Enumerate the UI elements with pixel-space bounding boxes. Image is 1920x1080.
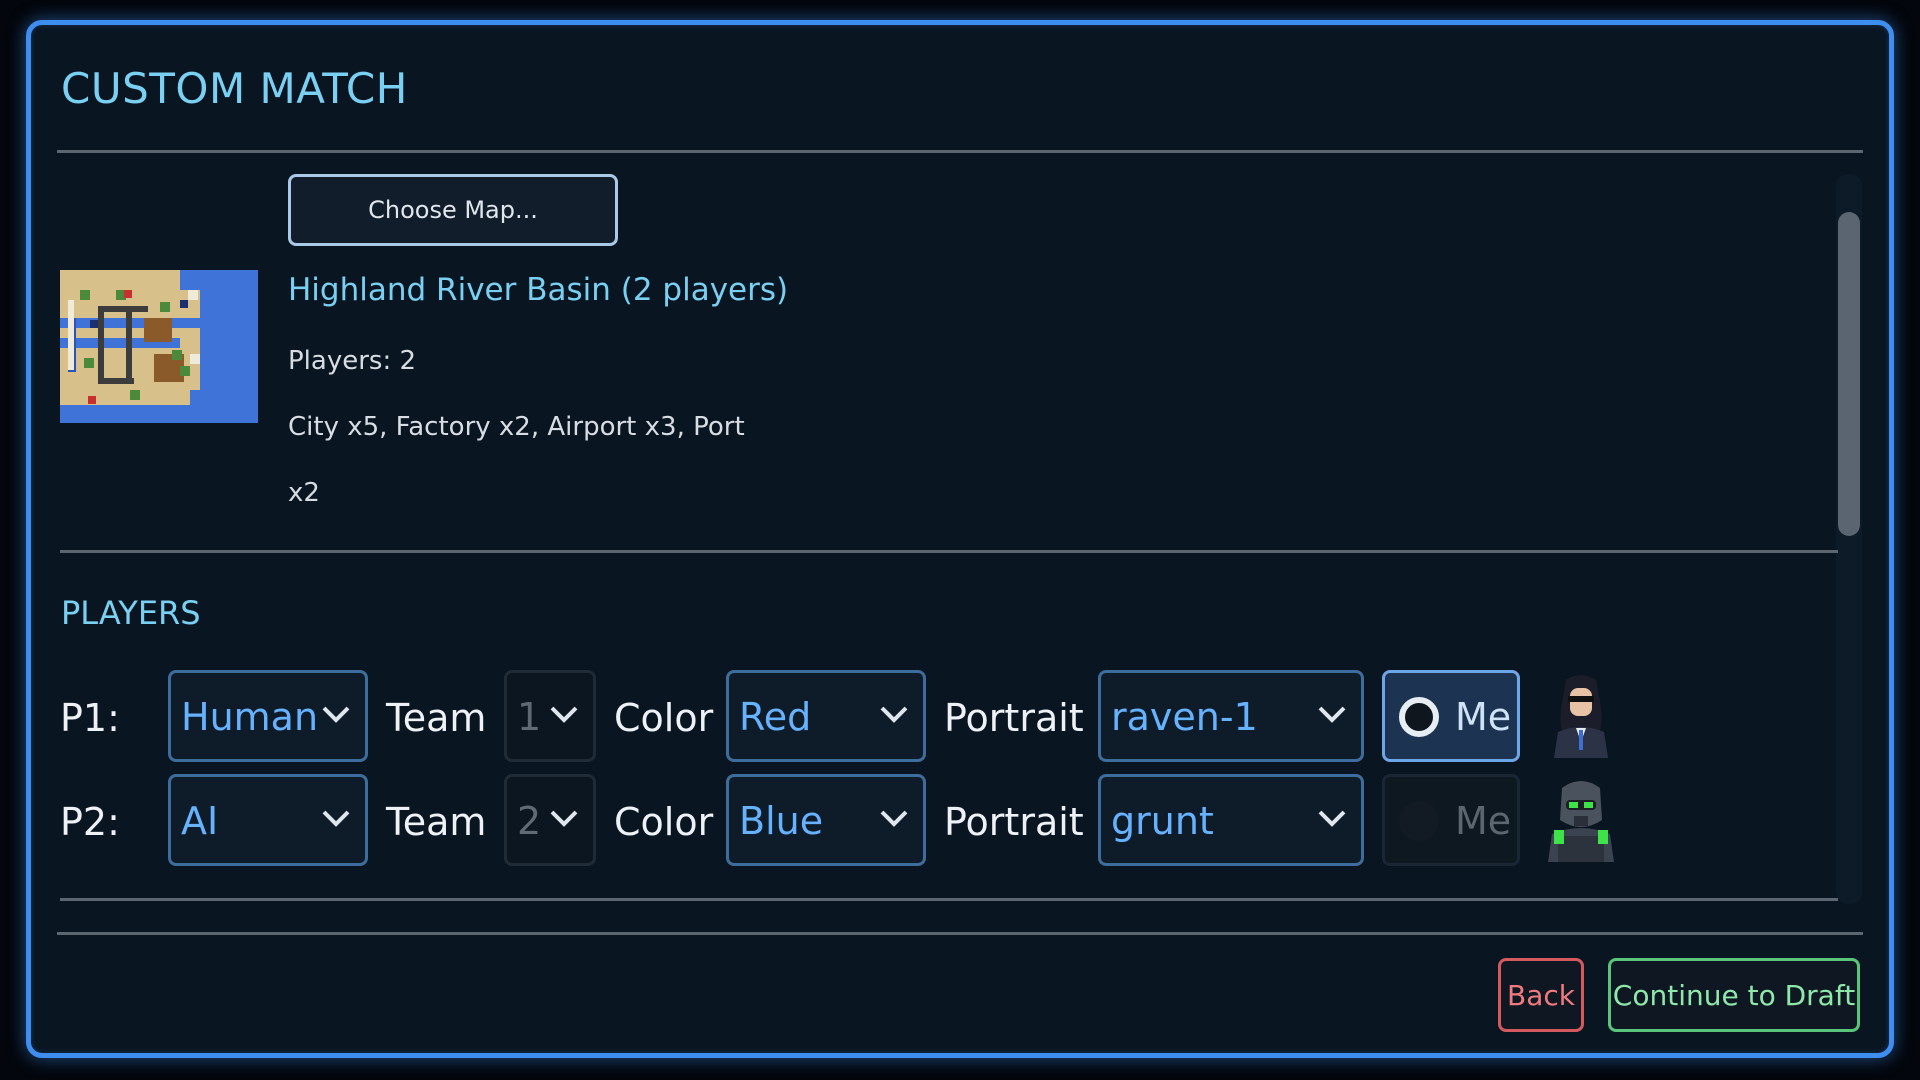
player-id-label: P1: (60, 696, 120, 740)
player-type-select[interactable]: Human (168, 670, 368, 762)
title-divider (57, 150, 1863, 153)
map-name: Highland River Basin (2 players) (288, 272, 789, 308)
player-type-select[interactable]: AI (168, 774, 368, 866)
scrollbar-thumb[interactable] (1838, 212, 1860, 536)
map-players-count: Players: 2 (288, 346, 417, 376)
color-label: Color (614, 696, 714, 740)
chevron-down-icon (550, 810, 578, 827)
portrait-value: grunt (1111, 799, 1214, 843)
me-label: Me (1455, 695, 1512, 739)
me-label: Me (1455, 799, 1512, 843)
chevron-down-icon (880, 810, 908, 827)
map-thumbnail (60, 270, 258, 423)
color-value: Blue (739, 799, 824, 843)
color-select[interactable]: Red (726, 670, 926, 762)
grunt-portrait-icon (1548, 781, 1614, 862)
color-label: Color (614, 800, 714, 844)
chevron-down-icon (322, 810, 350, 827)
footer-divider (57, 932, 1863, 935)
color-select[interactable]: Blue (726, 774, 926, 866)
portrait-label: Portrait (944, 696, 1084, 740)
portrait-select[interactable]: raven-1 (1098, 670, 1364, 762)
players-heading: PLAYERS (61, 594, 201, 632)
team-select: 2 (504, 774, 596, 866)
page-title: CUSTOM MATCH (61, 64, 408, 113)
team-label: Team (386, 696, 487, 740)
player-type-value: Human (181, 695, 319, 739)
choose-map-button[interactable]: Choose Map... (288, 174, 618, 246)
portrait-value: raven-1 (1111, 695, 1258, 739)
map-buildings-line1: City x5, Factory x2, Airport x3, Port (288, 412, 745, 442)
back-button[interactable]: Back (1498, 958, 1584, 1032)
portrait-label: Portrait (944, 800, 1084, 844)
continue-to-draft-button[interactable]: Continue to Draft (1608, 958, 1860, 1032)
player-id-label: P2: (60, 800, 120, 844)
portrait-select[interactable]: grunt (1098, 774, 1364, 866)
map-buildings-line2: x2 (288, 478, 320, 508)
raven-portrait-icon (1554, 675, 1608, 758)
chevron-down-icon (550, 706, 578, 723)
radio-selected-icon (1399, 697, 1439, 737)
chevron-down-icon (1318, 810, 1346, 827)
chevron-down-icon (1318, 706, 1346, 723)
team-label: Team (386, 800, 487, 844)
me-radio-button[interactable]: Me (1382, 774, 1520, 866)
map-divider (60, 550, 1838, 553)
team-value: 1 (517, 695, 542, 739)
radio-unselected-icon (1399, 801, 1439, 841)
chevron-down-icon (322, 706, 350, 723)
player-type-value: AI (181, 799, 219, 843)
team-select: 1 (504, 670, 596, 762)
players-divider (60, 898, 1838, 901)
chevron-down-icon (880, 706, 908, 723)
team-value: 2 (517, 799, 542, 843)
me-radio-button[interactable]: Me (1382, 670, 1520, 762)
color-value: Red (739, 695, 812, 739)
